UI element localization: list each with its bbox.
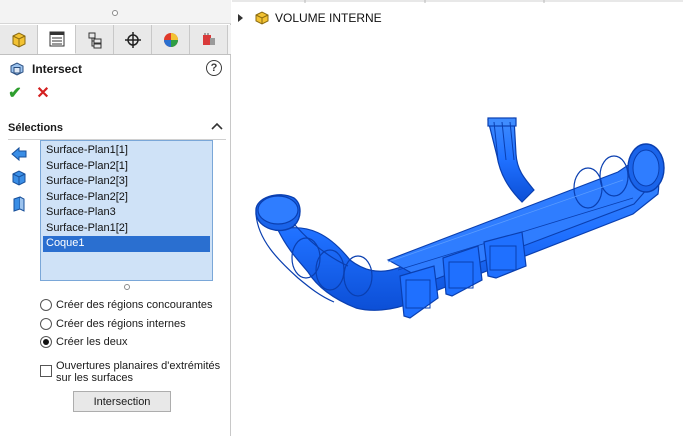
tab-feature-manager[interactable] — [0, 25, 38, 54]
intersection-button[interactable]: Intersection — [73, 391, 171, 412]
end-caps-label: Ouvertures planaires d'extrémités sur le… — [56, 360, 221, 384]
end-caps-checkbox[interactable] — [40, 365, 52, 377]
feature-tree-icon — [12, 31, 25, 48]
selections-section-header[interactable]: Sélections — [8, 121, 226, 135]
feature-title-row: Intersect ? — [8, 60, 226, 78]
list-item-selected[interactable]: Coque1 — [43, 236, 210, 252]
listbox-resize-handle[interactable] — [124, 284, 130, 290]
ok-button[interactable]: ✔ — [6, 84, 24, 102]
selection-type-icons — [9, 142, 31, 220]
property-manager-icon — [49, 31, 64, 47]
feature-title: Intersect — [32, 62, 83, 76]
manager-tabs — [0, 25, 231, 55]
tree-root-label: VOLUME INTERNE — [275, 11, 382, 25]
end-caps-checkbox-row[interactable]: Ouvertures planaires d'extrémités sur le… — [40, 360, 228, 384]
3d-model-internal-volume[interactable] — [238, 110, 678, 332]
crosshair-icon — [124, 31, 141, 48]
radio-both-row[interactable]: Créer les deux — [40, 335, 128, 349]
expand-arrow-icon[interactable] — [238, 14, 243, 22]
list-item[interactable]: Surface-Plan2[1] — [43, 159, 210, 175]
tab-dimxpert-manager[interactable] — [114, 25, 152, 54]
radio-concurrent[interactable] — [40, 299, 52, 311]
configuration-icon — [88, 32, 101, 48]
tab-configuration-manager[interactable] — [76, 25, 114, 54]
cam-icon — [202, 32, 215, 45]
tools-and-bodies-icon — [9, 142, 29, 162]
body-icon — [9, 168, 29, 188]
ok-cancel-group: ✔ ✕ — [6, 84, 52, 102]
radio-internal[interactable] — [40, 318, 52, 330]
panel-splitter[interactable] — [0, 0, 231, 24]
radio-both[interactable] — [40, 336, 52, 348]
intersect-feature-icon — [10, 62, 24, 76]
selections-listbox[interactable]: Surface-Plan1[1] Surface-Plan2[1] Surfac… — [40, 140, 213, 281]
tab-property-manager[interactable] — [38, 25, 76, 54]
viewport-top-border — [232, 0, 683, 3]
surface-body-icon — [9, 194, 29, 214]
list-item[interactable]: Surface-Plan3 — [43, 205, 210, 221]
tab-display-manager[interactable] — [152, 25, 190, 54]
radio-internal-row[interactable]: Créer des régions internes — [40, 317, 186, 331]
list-item[interactable]: Surface-Plan2[2] — [43, 190, 210, 206]
appearance-pie-icon — [163, 32, 178, 47]
list-item[interactable]: Surface-Plan1[1] — [43, 143, 210, 159]
list-item[interactable]: Surface-Plan2[3] — [43, 174, 210, 190]
radio-both-label: Créer les deux — [56, 336, 128, 348]
part-icon — [255, 11, 269, 25]
chevron-up-icon[interactable] — [210, 120, 224, 134]
property-manager-panel: Intersect ? ✔ ✕ Sélections Surface-Plan1… — [0, 0, 231, 436]
splitter-handle[interactable] — [112, 10, 118, 16]
radio-concurrent-label: Créer des régions concourantes — [56, 299, 213, 311]
help-icon[interactable]: ? — [206, 60, 222, 76]
tab-cam-manager[interactable] — [190, 25, 228, 54]
flyout-tree-root[interactable]: VOLUME INTERNE — [238, 9, 382, 27]
radio-internal-label: Créer des régions internes — [56, 318, 186, 330]
cancel-button[interactable]: ✕ — [34, 84, 52, 102]
radio-concurrent-row[interactable]: Créer des régions concourantes — [40, 298, 213, 312]
list-item[interactable]: Surface-Plan1[2] — [43, 221, 210, 237]
selections-heading: Sélections — [8, 122, 64, 134]
